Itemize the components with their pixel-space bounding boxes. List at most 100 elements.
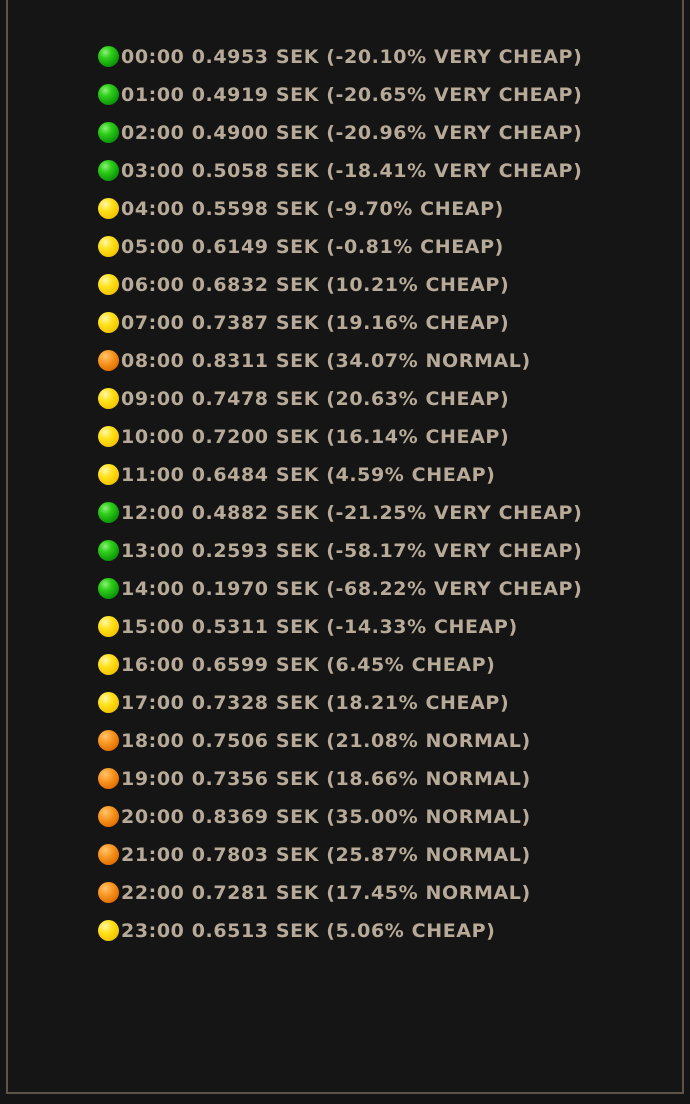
price-row-level: VERY CHEAP bbox=[433, 502, 574, 524]
price-row-currency: SEK bbox=[275, 768, 320, 790]
price-row-price: 0.2593 bbox=[191, 540, 269, 562]
price-row: 06:00 0.6832 SEK (10.21% CHEAP) bbox=[98, 266, 582, 304]
price-row-text: 03:00 0.5058 SEK (-18.41% VERY CHEAP) bbox=[121, 160, 583, 182]
price-row: 01:00 0.4919 SEK (-20.65% VERY CHEAP) bbox=[98, 76, 582, 114]
price-row-text: 23:00 0.6513 SEK (5.06% CHEAP) bbox=[121, 920, 496, 942]
price-row-time: 23:00 bbox=[121, 920, 185, 942]
price-row-currency: SEK bbox=[275, 844, 320, 866]
price-row: 16:00 0.6599 SEK (6.45% CHEAP) bbox=[98, 646, 582, 684]
price-row-change: 18.21% bbox=[335, 692, 419, 714]
yellow-circle-icon bbox=[98, 653, 119, 675]
price-row-currency: SEK bbox=[275, 806, 320, 828]
yellow-circle-icon bbox=[98, 691, 119, 713]
orange-circle-icon bbox=[98, 349, 119, 371]
price-row-level: CHEAP bbox=[420, 198, 495, 220]
price-row-price: 0.8369 bbox=[191, 806, 269, 828]
price-row-level: CHEAP bbox=[411, 464, 487, 486]
price-row-currency: SEK bbox=[275, 692, 320, 714]
orange-circle-icon bbox=[98, 843, 119, 865]
price-row-change: -14.33% bbox=[335, 616, 427, 638]
price-row-level: VERY CHEAP bbox=[433, 578, 574, 600]
orange-circle-icon bbox=[98, 881, 119, 903]
price-row-level: CHEAP bbox=[420, 236, 495, 258]
price-row: 12:00 0.4882 SEK (-21.25% VERY CHEAP) bbox=[98, 494, 582, 532]
price-row-currency: SEK bbox=[275, 198, 320, 220]
price-row-change: 4.59% bbox=[335, 464, 405, 486]
orange-circle-icon bbox=[98, 729, 119, 751]
price-row-price: 0.7356 bbox=[191, 768, 269, 790]
price-row-level: CHEAP bbox=[433, 616, 509, 638]
price-row-level: VERY CHEAP bbox=[433, 540, 574, 562]
price-row-level: NORMAL bbox=[425, 768, 522, 790]
price-row-currency: SEK bbox=[275, 540, 320, 562]
price-row-level: CHEAP bbox=[425, 274, 500, 296]
price-row-level: CHEAP bbox=[425, 426, 500, 448]
price-row-text: 19:00 0.7356 SEK (18.66% NORMAL) bbox=[121, 768, 531, 790]
price-row-currency: SEK bbox=[275, 616, 320, 638]
yellow-circle-icon bbox=[98, 425, 119, 447]
price-row-change: 16.14% bbox=[335, 426, 419, 448]
price-row-currency: SEK bbox=[275, 920, 320, 942]
price-row-time: 13:00 bbox=[121, 540, 185, 562]
price-row: 19:00 0.7356 SEK (18.66% NORMAL) bbox=[98, 760, 582, 798]
price-row-change: -21.25% bbox=[335, 502, 427, 524]
price-row: 07:00 0.7387 SEK (19.16% CHEAP) bbox=[98, 304, 582, 342]
yellow-circle-icon bbox=[98, 197, 119, 219]
green-circle-icon bbox=[98, 121, 119, 143]
price-row-text: 05:00 0.6149 SEK (-0.81% CHEAP) bbox=[121, 236, 504, 258]
price-row-text: 20:00 0.8369 SEK (35.00% NORMAL) bbox=[121, 806, 531, 828]
price-row-change: -9.70% bbox=[335, 198, 413, 220]
price-row-price: 0.6832 bbox=[191, 274, 269, 296]
price-row-currency: SEK bbox=[275, 122, 320, 144]
price-row-level: CHEAP bbox=[411, 654, 487, 676]
price-row: 11:00 0.6484 SEK (4.59% CHEAP) bbox=[98, 456, 582, 494]
price-row: 09:00 0.7478 SEK (20.63% CHEAP) bbox=[98, 380, 582, 418]
price-row-price: 0.6484 bbox=[191, 464, 269, 486]
price-row-level: NORMAL bbox=[425, 730, 522, 752]
price-row-text: 07:00 0.7387 SEK (19.16% CHEAP) bbox=[121, 312, 510, 334]
price-row-change: -20.65% bbox=[335, 84, 427, 106]
price-row-text: 21:00 0.7803 SEK (25.87% NORMAL) bbox=[121, 844, 531, 866]
price-row-currency: SEK bbox=[275, 350, 320, 372]
price-row-currency: SEK bbox=[275, 502, 320, 524]
price-row-price: 0.6599 bbox=[191, 654, 269, 676]
price-row: 23:00 0.6513 SEK (5.06% CHEAP) bbox=[98, 912, 582, 950]
price-row: 08:00 0.8311 SEK (34.07% NORMAL) bbox=[98, 342, 582, 380]
price-row-currency: SEK bbox=[275, 236, 320, 258]
price-row-text: 13:00 0.2593 SEK (-58.17% VERY CHEAP) bbox=[121, 540, 583, 562]
price-row-currency: SEK bbox=[275, 84, 320, 106]
green-circle-icon bbox=[98, 539, 119, 561]
price-row-level: NORMAL bbox=[425, 350, 522, 372]
price-row-level: NORMAL bbox=[425, 882, 522, 904]
price-row: 10:00 0.7200 SEK (16.14% CHEAP) bbox=[98, 418, 582, 456]
orange-circle-icon bbox=[98, 805, 119, 827]
price-row-level: VERY CHEAP bbox=[433, 122, 574, 144]
price-row-currency: SEK bbox=[275, 388, 320, 410]
green-circle-icon bbox=[98, 159, 119, 181]
price-row-change: -58.17% bbox=[335, 540, 427, 562]
price-row: 20:00 0.8369 SEK (35.00% NORMAL) bbox=[98, 798, 582, 836]
price-row: 13:00 0.2593 SEK (-58.17% VERY CHEAP) bbox=[98, 532, 582, 570]
price-row-change: -0.81% bbox=[335, 236, 413, 258]
price-row-change: 17.45% bbox=[335, 882, 419, 904]
price-row-text: 16:00 0.6599 SEK (6.45% CHEAP) bbox=[121, 654, 496, 676]
price-row-time: 18:00 bbox=[121, 730, 185, 752]
yellow-circle-icon bbox=[98, 463, 119, 485]
orange-circle-icon bbox=[98, 767, 119, 789]
price-row-currency: SEK bbox=[275, 46, 320, 68]
price-row-time: 12:00 bbox=[121, 502, 185, 524]
price-row-time: 16:00 bbox=[121, 654, 185, 676]
price-row-change: -18.41% bbox=[335, 160, 427, 182]
price-row-currency: SEK bbox=[275, 312, 320, 334]
price-panel: 00:00 0.4953 SEK (-20.10% VERY CHEAP) 01:… bbox=[6, 0, 684, 1094]
price-row-text: 01:00 0.4919 SEK (-20.65% VERY CHEAP) bbox=[121, 84, 583, 106]
price-row-level: CHEAP bbox=[425, 388, 500, 410]
price-row-change: 21.08% bbox=[335, 730, 419, 752]
yellow-circle-icon bbox=[98, 615, 119, 637]
price-row: 21:00 0.7803 SEK (25.87% NORMAL) bbox=[98, 836, 582, 874]
price-row-text: 18:00 0.7506 SEK (21.08% NORMAL) bbox=[121, 730, 531, 752]
price-row-change: -20.96% bbox=[335, 122, 427, 144]
price-row-level: CHEAP bbox=[411, 920, 487, 942]
price-row-time: 06:00 bbox=[121, 274, 185, 296]
price-row-price: 0.7281 bbox=[191, 882, 269, 904]
